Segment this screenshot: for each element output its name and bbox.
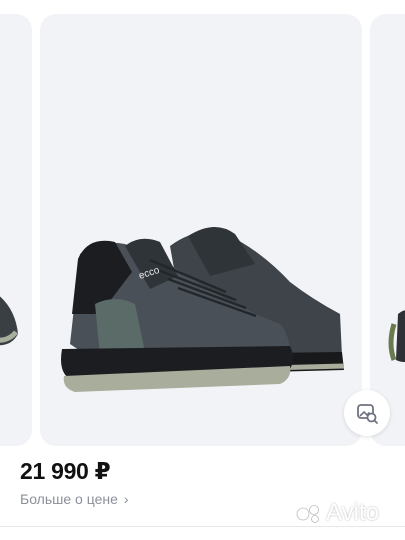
photo-carousel[interactable]: ecco [0, 0, 405, 450]
chevron-right-icon: › [123, 491, 129, 507]
ecco-sneakers-image: ecco [61, 226, 345, 392]
next-shoe-image [388, 310, 405, 362]
next-photo-card[interactable] [370, 14, 405, 446]
previous-photo-card[interactable] [0, 14, 32, 446]
image-search-button[interactable] [344, 390, 390, 436]
image-search-icon [357, 404, 378, 424]
previous-shoe-image [0, 296, 18, 346]
main-photo-card[interactable]: ecco [40, 14, 362, 446]
avito-logo-icon [296, 505, 319, 523]
price: 21 990 ₽ [20, 458, 111, 484]
section-divider [0, 526, 405, 527]
price-details-link[interactable]: Больше о цене › [20, 491, 129, 507]
price-details-label: Больше о цене [20, 491, 118, 507]
watermark-text: Avito [326, 499, 379, 526]
avito-watermark: Avito [296, 499, 379, 527]
